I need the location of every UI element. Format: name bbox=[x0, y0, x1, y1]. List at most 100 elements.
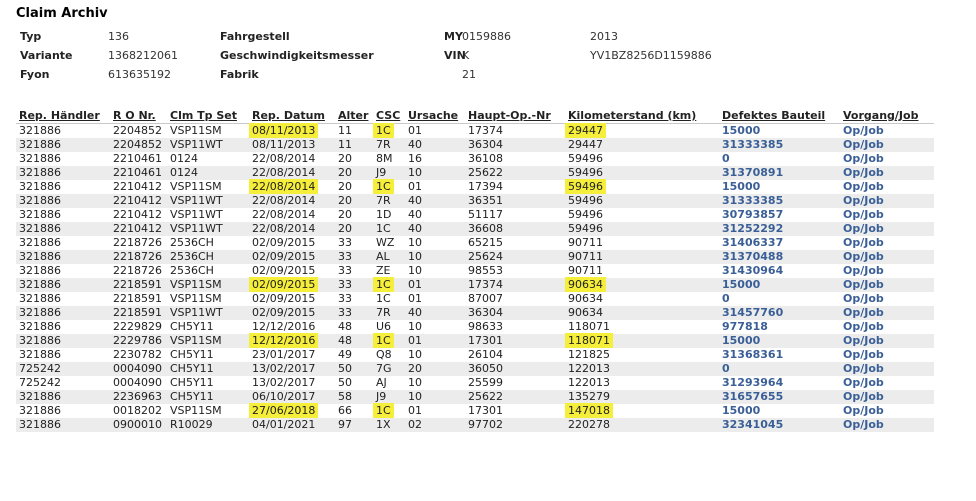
op-job-link[interactable]: Op/Job bbox=[843, 166, 884, 179]
part-number-link[interactable]: 31406337 bbox=[722, 236, 783, 249]
op-job-link[interactable]: Op/Job bbox=[843, 222, 884, 235]
op-job-link[interactable]: Op/Job bbox=[843, 152, 884, 165]
column-header-label[interactable]: Alter bbox=[338, 109, 368, 122]
column-header[interactable]: Haupt-Op.-Nr bbox=[465, 107, 565, 124]
csc-cell: 1C bbox=[373, 292, 405, 306]
csc-cell: J9 bbox=[373, 166, 405, 180]
part-number-link[interactable]: 31657655 bbox=[722, 390, 783, 403]
age-cell: 33 bbox=[335, 236, 373, 250]
ro-number-cell: 2236963 bbox=[110, 390, 167, 404]
job-link: Op/Job bbox=[840, 376, 934, 390]
column-header[interactable]: Rep. Händler bbox=[16, 107, 110, 124]
column-header-label[interactable]: Rep. Datum bbox=[252, 109, 325, 122]
op-job-link[interactable]: Op/Job bbox=[843, 348, 884, 361]
op-job-link[interactable]: Op/Job bbox=[843, 404, 884, 417]
column-header-label[interactable]: Kilometerstand (km) bbox=[568, 109, 696, 122]
column-header-label[interactable]: CSC bbox=[376, 109, 400, 122]
info-label: Geschwindigkeitsmesser bbox=[220, 49, 374, 62]
column-header-label[interactable]: Haupt-Op.-Nr bbox=[468, 109, 551, 122]
mileage-cell: 122013 bbox=[565, 362, 719, 376]
op-job-link[interactable]: Op/Job bbox=[843, 390, 884, 403]
column-header[interactable]: Vorgang/Job bbox=[840, 107, 934, 124]
part-number-link[interactable]: 15000 bbox=[722, 180, 760, 193]
cause-cell: 02 bbox=[405, 418, 465, 432]
op-job-link[interactable]: Op/Job bbox=[843, 320, 884, 333]
op-job-link[interactable]: Op/Job bbox=[843, 194, 884, 207]
part-number-link[interactable]: 32341045 bbox=[722, 418, 783, 431]
part-number-link[interactable]: 31333385 bbox=[722, 138, 783, 151]
part-number-link[interactable]: 31252292 bbox=[722, 222, 783, 235]
ro-number-cell: 2210412 bbox=[110, 194, 167, 208]
part-number-link[interactable]: 0 bbox=[722, 362, 730, 375]
claim-type-cell: 0124 bbox=[167, 166, 249, 180]
op-job-link[interactable]: Op/Job bbox=[843, 418, 884, 431]
column-header[interactable]: Clm Tp Set bbox=[167, 107, 249, 124]
column-header[interactable]: R O Nr. bbox=[110, 107, 167, 124]
mileage-cell: 59496 bbox=[565, 166, 719, 180]
part-number-link[interactable]: 30793857 bbox=[722, 208, 783, 221]
op-job-link[interactable]: Op/Job bbox=[843, 250, 884, 263]
highlighted-value: 118071 bbox=[565, 333, 613, 348]
job-link: Op/Job bbox=[840, 180, 934, 194]
part-number-link[interactable]: 31457760 bbox=[722, 306, 783, 319]
column-header-label[interactable]: Clm Tp Set bbox=[170, 109, 237, 122]
column-header-label[interactable]: Vorgang/Job bbox=[843, 109, 918, 122]
main-op-cell: 17301 bbox=[465, 334, 565, 348]
part-number-link[interactable]: 977818 bbox=[722, 320, 768, 333]
column-header[interactable]: Defektes Bauteil bbox=[719, 107, 840, 124]
part-number-link[interactable]: 31370891 bbox=[722, 166, 783, 179]
op-job-link[interactable]: Op/Job bbox=[843, 334, 884, 347]
column-header-label[interactable]: Defektes Bauteil bbox=[722, 109, 825, 122]
column-header-label[interactable]: R O Nr. bbox=[113, 109, 156, 122]
op-job-link[interactable]: Op/Job bbox=[843, 292, 884, 305]
op-job-link[interactable]: Op/Job bbox=[843, 180, 884, 193]
age-cell: 33 bbox=[335, 264, 373, 278]
part-number-link[interactable]: 0 bbox=[722, 292, 730, 305]
op-job-link[interactable]: Op/Job bbox=[843, 138, 884, 151]
mileage-cell: 90634 bbox=[565, 292, 719, 306]
job-link: Op/Job bbox=[840, 208, 934, 222]
defective-part-link: 31430964 bbox=[719, 264, 840, 278]
column-header-label[interactable]: Ursache bbox=[408, 109, 458, 122]
csc-cell: 7R bbox=[373, 306, 405, 320]
part-number-link[interactable]: 31333385 bbox=[722, 194, 783, 207]
part-number-link[interactable]: 0 bbox=[722, 152, 730, 165]
op-job-link[interactable]: Op/Job bbox=[843, 124, 884, 137]
ro-number-cell: 2204852 bbox=[110, 123, 167, 138]
op-job-link[interactable]: Op/Job bbox=[843, 306, 884, 319]
table-row: 321886 0900010 R10029 04/01/2021 97 1X 02 97702… bbox=[16, 418, 934, 432]
column-header[interactable]: Kilometerstand (km) bbox=[565, 107, 719, 124]
column-header[interactable]: Alter bbox=[335, 107, 373, 124]
op-job-link[interactable]: Op/Job bbox=[843, 362, 884, 375]
highlighted-value: 08/11/2013 bbox=[249, 123, 319, 138]
part-number-link[interactable]: 15000 bbox=[722, 278, 760, 291]
part-number-link[interactable]: 31293964 bbox=[722, 376, 783, 389]
cause-cell: 10 bbox=[405, 250, 465, 264]
column-header-label[interactable]: Rep. Händler bbox=[19, 109, 100, 122]
part-number-link[interactable]: 15000 bbox=[722, 124, 760, 137]
op-job-link[interactable]: Op/Job bbox=[843, 208, 884, 221]
repair-date-cell: 22/08/2014 bbox=[249, 152, 335, 166]
age-cell: 11 bbox=[335, 123, 373, 138]
op-job-link[interactable]: Op/Job bbox=[843, 278, 884, 291]
highlighted-value: 59496 bbox=[565, 179, 606, 194]
part-number-link[interactable]: 15000 bbox=[722, 404, 760, 417]
info-value: 2013 bbox=[590, 30, 618, 43]
dealer-cell: 321886 bbox=[16, 123, 110, 138]
part-number-link[interactable]: 31370488 bbox=[722, 250, 783, 263]
table-row: 321886 2204852 VSP11WT 08/11/2013 11 7R 40 3630… bbox=[16, 138, 934, 152]
op-job-link[interactable]: Op/Job bbox=[843, 264, 884, 277]
repair-date-cell: 02/09/2015 bbox=[249, 306, 335, 320]
main-op-cell: 17374 bbox=[465, 278, 565, 292]
part-number-link[interactable]: 31368361 bbox=[722, 348, 783, 361]
part-number-link[interactable]: 15000 bbox=[722, 334, 760, 347]
column-header[interactable]: CSC bbox=[373, 107, 405, 124]
part-number-link[interactable]: 31430964 bbox=[722, 264, 783, 277]
column-header[interactable]: Ursache bbox=[405, 107, 465, 124]
column-header[interactable]: Rep. Datum bbox=[249, 107, 335, 124]
op-job-link[interactable]: Op/Job bbox=[843, 236, 884, 249]
main-op-cell: 51117 bbox=[465, 208, 565, 222]
op-job-link[interactable]: Op/Job bbox=[843, 376, 884, 389]
job-link: Op/Job bbox=[840, 418, 934, 432]
highlighted-value: 147018 bbox=[565, 403, 613, 418]
